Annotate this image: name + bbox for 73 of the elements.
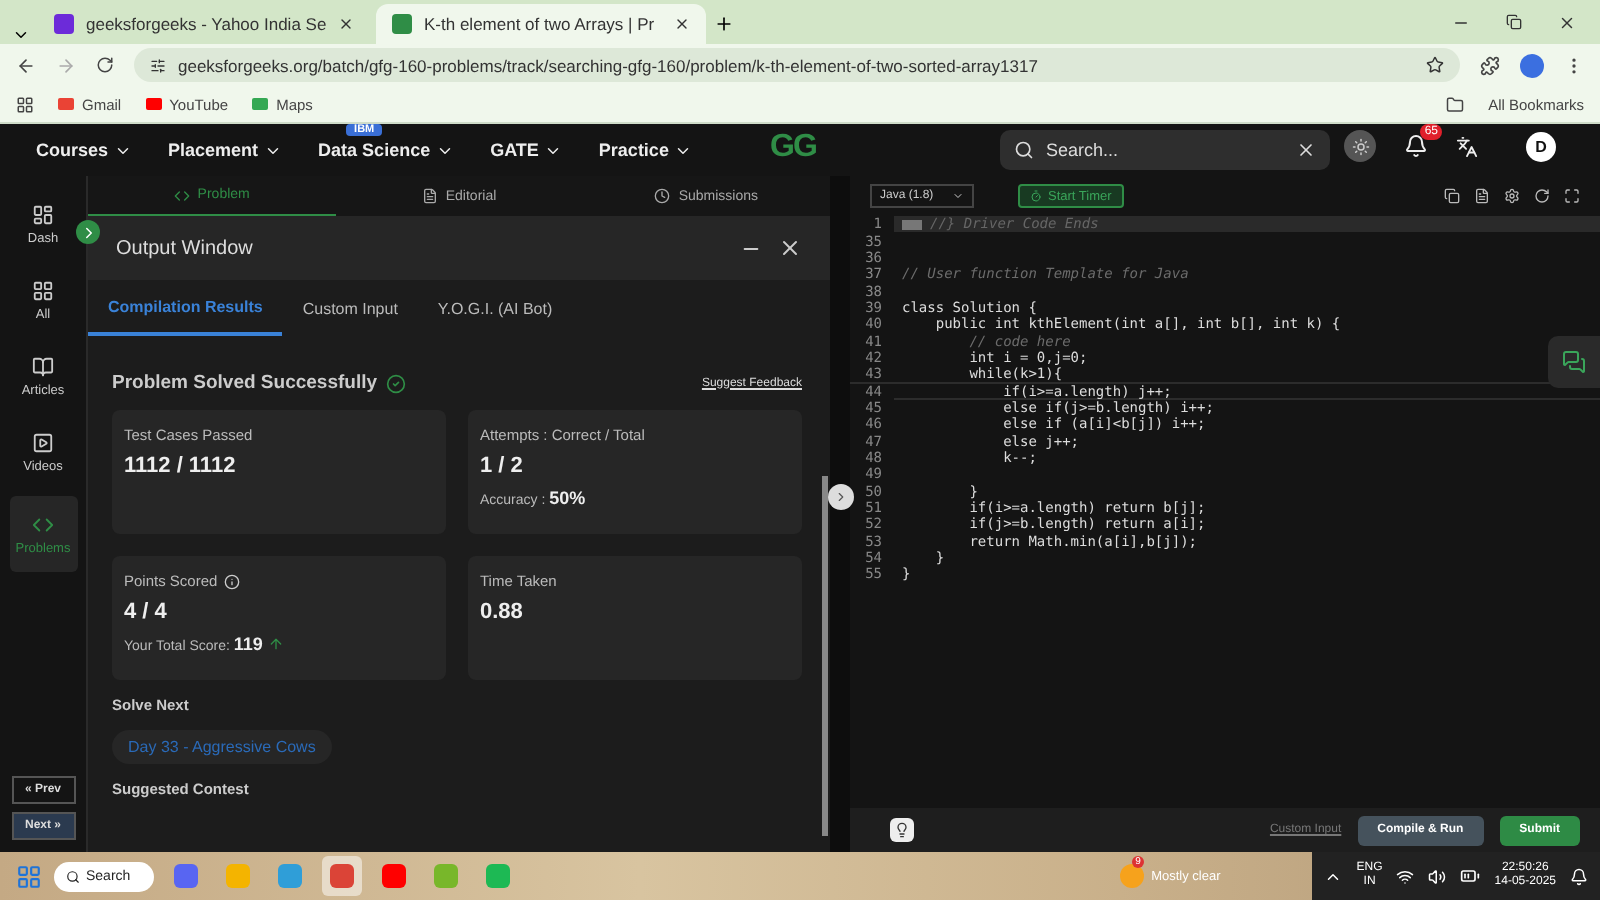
fold-marker-icon[interactable] xyxy=(902,219,922,230)
panel-title: Output Window xyxy=(116,237,253,259)
stat-value: 1112 / 1112 xyxy=(124,454,238,478)
close-icon[interactable] xyxy=(338,16,355,32)
search-field[interactable]: Search... xyxy=(1000,130,1330,170)
stat-value: 4 / 4 xyxy=(124,600,169,624)
close-icon[interactable] xyxy=(1558,13,1576,31)
restore-icon[interactable] xyxy=(1506,14,1522,30)
chevron-down-icon xyxy=(952,190,964,202)
close-icon[interactable] xyxy=(778,236,802,260)
sun-icon xyxy=(1351,137,1369,155)
chat-button[interactable] xyxy=(1548,336,1600,388)
fullscreen-icon[interactable] xyxy=(1564,188,1580,204)
nav-menu[interactable]: Courses xyxy=(36,140,133,160)
browser-tab[interactable]: geeksforgeeks - Yahoo India Se xyxy=(38,4,368,44)
nav-menu[interactable]: Practice xyxy=(598,140,693,160)
chevron-right-icon xyxy=(834,490,848,504)
volume-icon[interactable] xyxy=(1428,867,1447,885)
site-logo[interactable]: GG xyxy=(770,130,816,166)
favicon-icon xyxy=(392,14,412,34)
taskbar-app[interactable] xyxy=(322,856,362,896)
address-bar[interactable]: geeksforgeeks.org/batch/gfg-160-problems/track/searching-gfg-160/problem/k-th-element-of-two-sorted-array1317 xyxy=(134,48,1460,82)
output-tab[interactable]: Compilation Results xyxy=(88,280,283,336)
notification-icon[interactable] xyxy=(1570,867,1588,885)
apps-icon[interactable] xyxy=(16,95,34,113)
hint-button[interactable] xyxy=(890,818,914,842)
file-icon[interactable] xyxy=(1474,188,1490,204)
info-icon[interactable] xyxy=(223,573,240,589)
chat-icon xyxy=(1562,350,1586,374)
code-icon xyxy=(32,513,54,535)
tab-list-icon[interactable] xyxy=(12,26,30,44)
document-icon xyxy=(421,188,438,204)
lightbulb-icon xyxy=(894,822,910,838)
start-icon[interactable] xyxy=(16,863,42,889)
check-icon xyxy=(385,373,406,393)
wifi-icon[interactable] xyxy=(1396,867,1415,885)
search-icon xyxy=(1014,140,1034,160)
output-tab[interactable]: Custom Input xyxy=(282,280,418,336)
code-icon xyxy=(173,187,190,203)
new-tab-icon[interactable] xyxy=(714,14,734,34)
clear-icon[interactable] xyxy=(1296,140,1316,160)
profile-icon[interactable] xyxy=(1520,53,1544,77)
grid-icon xyxy=(32,279,54,301)
play-icon xyxy=(32,431,54,453)
bell-icon[interactable] xyxy=(1404,134,1428,158)
bookmark-star-icon[interactable] xyxy=(1426,56,1444,74)
clock-icon xyxy=(654,188,671,204)
browser-tab[interactable]: K-th element of two Arrays | Pr xyxy=(376,4,706,44)
scrollbar[interactable] xyxy=(822,476,828,836)
translate-icon[interactable] xyxy=(1456,135,1478,157)
back-icon[interactable] xyxy=(16,55,36,75)
status-message: Problem Solved Successfully xyxy=(112,372,378,394)
book-icon xyxy=(32,355,54,377)
avatar[interactable]: D xyxy=(1526,131,1556,161)
nav-menu[interactable]: GATE xyxy=(490,140,563,160)
stat-value: 1 / 2 xyxy=(480,454,525,478)
reset-icon[interactable] xyxy=(1534,188,1550,204)
dashboard-icon xyxy=(32,203,54,225)
copy-icon[interactable] xyxy=(1444,188,1460,204)
timer-icon xyxy=(1030,190,1042,202)
favicon-icon xyxy=(54,14,74,34)
site-settings-icon[interactable] xyxy=(150,57,166,73)
extensions-icon[interactable] xyxy=(1480,55,1500,75)
nav-menu[interactable]: Placement xyxy=(168,140,283,160)
search-icon xyxy=(66,869,80,883)
folder-icon[interactable] xyxy=(1446,95,1465,113)
battery-icon[interactable] xyxy=(1460,866,1481,886)
reload-icon[interactable] xyxy=(96,56,114,74)
close-icon[interactable] xyxy=(674,16,690,32)
stat-value: 0.88 xyxy=(480,600,525,624)
output-tab[interactable]: Y.O.G.I. (AI Bot) xyxy=(417,280,573,336)
settings-icon[interactable] xyxy=(1504,188,1520,204)
theme-toggle[interactable] xyxy=(1344,130,1376,162)
